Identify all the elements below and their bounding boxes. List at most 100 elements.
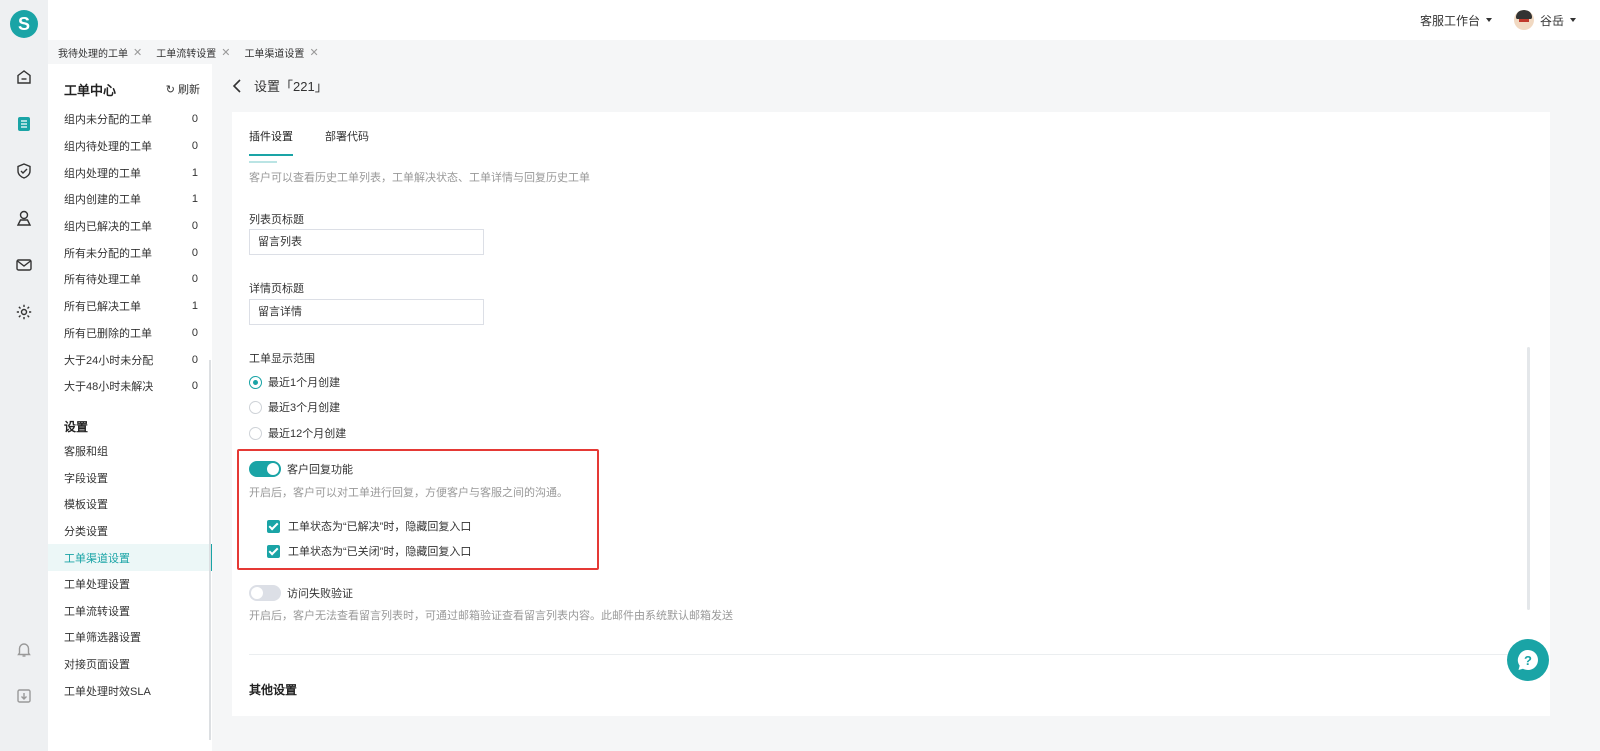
sidebar-scrollbar[interactable]: [209, 360, 211, 740]
help-button[interactable]: ?: [1507, 639, 1549, 681]
refresh-label: 刷新: [178, 84, 200, 96]
sidebar-item-count: 1: [191, 300, 198, 313]
ticket-filter-list: 组内未分配的工单 0 组内待处理的工单 0 组内处理的工单 1 组内创建的工单 1 组内…: [48, 106, 212, 400]
verify-desc: 开启后，客户无法查看留言列表时，可通过邮箱验证查看留言列表内容。此邮件由系统默认…: [249, 610, 733, 622]
tab-underline-fade: [249, 161, 277, 163]
chevron-down-icon: [1570, 18, 1576, 22]
detail-title-label: 详情页标题: [249, 283, 304, 295]
range-option-1m[interactable]: 最近1个月创建: [249, 374, 340, 390]
back-arrow-icon[interactable]: [232, 78, 242, 93]
sidebar-item-integration-settings[interactable]: 对接页面设置: [48, 651, 212, 678]
sidebar-item[interactable]: 组内处理的工单 1: [48, 159, 212, 186]
refresh-button[interactable]: ↻ 刷新: [166, 81, 200, 97]
sidebar-item[interactable]: 组内已解决的工单 0: [48, 213, 212, 240]
sidebar-item-field-settings[interactable]: 字段设置: [48, 465, 212, 492]
sidebar-item-label: 组内创建的工单: [64, 194, 141, 207]
sidebar-item-label: 大于48小时未解决: [64, 381, 154, 394]
workspace-dropdown[interactable]: 客服工作台: [1420, 12, 1492, 29]
radio-unchecked[interactable]: [249, 400, 262, 414]
sidebar-item[interactable]: 所有已解决工单 1: [48, 293, 212, 320]
user-menu[interactable]: 谷岳: [1513, 10, 1576, 30]
tab-label: 我待处理的工单: [58, 48, 128, 60]
checkbox-label: 工单状态为“已关闭”时，隐藏回复入口: [288, 546, 472, 558]
section-divider: [249, 654, 1531, 655]
tab-channel-settings[interactable]: 工单渠道设置 ✕: [244, 45, 318, 60]
checkbox-checked[interactable]: [267, 544, 280, 558]
range-option-12m[interactable]: 最近12个月创建: [249, 425, 346, 441]
sidebar-title: 工单中心: [64, 83, 117, 98]
radio-unchecked[interactable]: [249, 426, 262, 440]
verify-toggle[interactable]: [249, 585, 281, 601]
sidebar-item-handling-settings[interactable]: 工单处理设置: [48, 571, 212, 598]
sidebar-item-channel-settings[interactable]: 工单渠道设置: [48, 544, 212, 571]
mail-icon[interactable]: [14, 255, 34, 275]
other-settings-title: 其他设置: [249, 683, 298, 697]
sidebar-item-label: 组内处理的工单: [64, 167, 141, 180]
plugin-intro-text: 客户可以查看历史工单列表，工单解决状态、工单详情与回复历史工单: [249, 172, 590, 184]
sidebar-item-count: 0: [191, 113, 198, 126]
sidebar-item[interactable]: 所有已删除的工单 0: [48, 320, 212, 347]
sidebar-item-label: 组内未分配的工单: [64, 114, 152, 127]
hide-reply-resolved[interactable]: 工单状态为“已解决”时，隐藏回复入口: [267, 518, 471, 534]
sidebar-item[interactable]: 组内未分配的工单 0: [48, 106, 212, 133]
user-pin-icon[interactable]: [14, 208, 34, 228]
sidebar-item-agents-groups[interactable]: 客服和组: [48, 438, 212, 465]
workspace-label: 客服工作台: [1419, 13, 1480, 28]
toggle-knob: [267, 463, 279, 475]
sidebar-item-label: 组内已解决的工单: [64, 221, 152, 234]
reply-toggle-label: 客户回复功能: [287, 464, 353, 476]
page-title: 设置「221」: [254, 79, 328, 94]
refresh-icon: ↻: [165, 84, 175, 96]
reply-toggle[interactable]: [249, 461, 281, 477]
close-icon[interactable]: ✕: [133, 46, 142, 59]
checkbox-label: 工单状态为“已解决”时，隐藏回复入口: [288, 521, 472, 533]
sidebar-item-flow-settings[interactable]: 工单流转设置: [48, 598, 212, 625]
document-list-icon[interactable]: [14, 114, 34, 134]
range-label: 工单显示范围: [249, 353, 315, 365]
sidebar-item-category-settings[interactable]: 分类设置: [48, 518, 212, 545]
sidebar-item[interactable]: 大于48小时未解决 0: [48, 373, 212, 400]
shield-check-icon[interactable]: [14, 161, 34, 181]
bell-icon[interactable]: [14, 639, 34, 659]
settings-nav: 客服和组 字段设置 模板设置 分类设置 工单渠道设置 工单处理设置 工单流转设置…: [48, 438, 212, 704]
hide-reply-closed[interactable]: 工单状态为“已关闭”时，隐藏回复入口: [267, 543, 471, 559]
radio-checked[interactable]: [249, 375, 262, 389]
sidebar-item-count: 0: [191, 220, 198, 233]
close-icon[interactable]: ✕: [221, 46, 230, 59]
sidebar-item[interactable]: 大于24小时未分配 0: [48, 346, 212, 373]
content-scrollbar[interactable]: [1527, 347, 1530, 610]
settings-card: 插件设置 部署代码 客户可以查看历史工单列表，工单解决状态、工单详情与回复历史工…: [232, 112, 1550, 716]
sidebar-item[interactable]: 组内创建的工单 1: [48, 186, 212, 213]
gear-icon[interactable]: [14, 302, 34, 322]
sidebar-item[interactable]: 所有未分配的工单 0: [48, 239, 212, 266]
list-title-input[interactable]: 留言列表: [249, 229, 484, 255]
sidebar-item-filter-settings[interactable]: 工单筛选器设置: [48, 624, 212, 651]
sidebar-item-count: 0: [191, 326, 198, 339]
close-icon[interactable]: ✕: [309, 46, 318, 59]
avatar: [1513, 10, 1534, 30]
app-logo[interactable]: S: [10, 10, 38, 38]
content-tabs: 插件设置 部署代码: [249, 128, 369, 156]
sidebar-item[interactable]: 所有待处理工单 0: [48, 266, 212, 293]
svg-text:?: ?: [1524, 653, 1532, 668]
sidebar-item-count: 0: [191, 140, 198, 153]
chevron-down-icon: [1485, 18, 1492, 22]
tab-pending-tickets[interactable]: 我待处理的工单 ✕: [58, 45, 142, 60]
detail-title-input[interactable]: 留言详情: [249, 299, 484, 325]
sidebar-item-sla-settings[interactable]: 工单处理时效SLA: [48, 677, 212, 704]
sidebar-item-count: 1: [191, 166, 198, 179]
sidebar-item-template-settings[interactable]: 模板设置: [48, 491, 212, 518]
checkbox-checked[interactable]: [267, 519, 280, 533]
tab-plugin-settings[interactable]: 插件设置: [249, 128, 293, 156]
page-tabs: 我待处理的工单 ✕ 工单流转设置 ✕ 工单渠道设置 ✕: [48, 40, 1600, 64]
tab-label: 工单流转设置: [156, 48, 217, 60]
home-icon[interactable]: [14, 67, 34, 87]
range-option-3m[interactable]: 最近3个月创建: [249, 399, 340, 415]
sidebar-item-count: 0: [191, 353, 198, 366]
sidebar-item-count: 0: [191, 273, 198, 286]
download-icon[interactable]: [14, 686, 34, 706]
tab-flow-settings[interactable]: 工单流转设置 ✕: [156, 45, 230, 60]
tab-deploy-code[interactable]: 部署代码: [325, 128, 369, 156]
sidebar-item[interactable]: 组内待处理的工单 0: [48, 133, 212, 160]
range-option-label: 最近12个月创建: [268, 428, 347, 440]
